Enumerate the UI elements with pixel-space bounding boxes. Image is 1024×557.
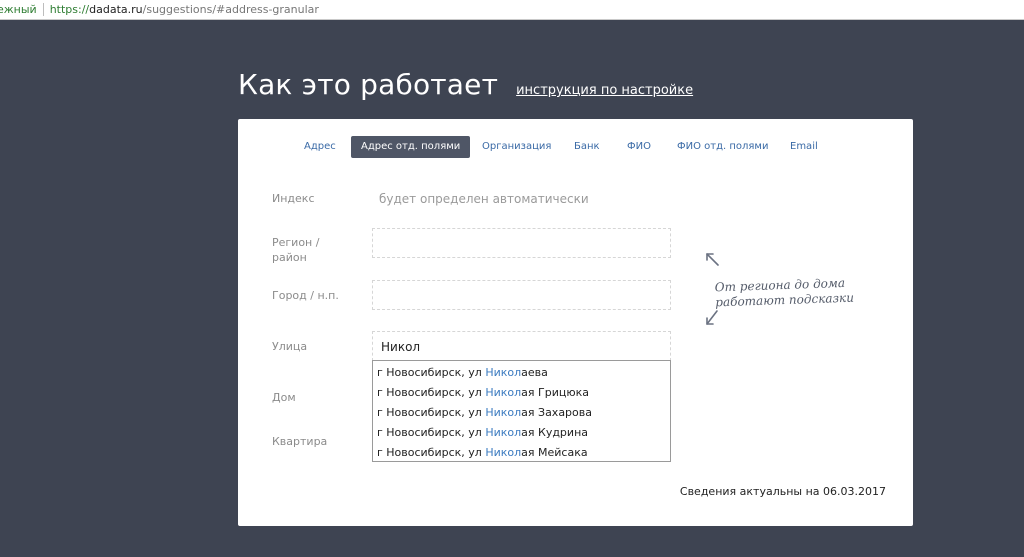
- data-updated-note: Сведения актуальны на 06.03.2017: [679, 485, 886, 498]
- suggestion-match: Никол: [485, 426, 522, 439]
- url-text[interactable]: https://dadata.ru/suggestions/#address-g…: [44, 3, 319, 16]
- tab-address[interactable]: Адрес: [304, 136, 336, 158]
- suggestion-match: Никол: [485, 386, 522, 399]
- suggestion-match: Никол: [485, 366, 522, 379]
- suggestion-suffix: ая Мейсака: [521, 446, 588, 459]
- suggestion-suffix: ая Кудрина: [521, 426, 588, 439]
- city-input[interactable]: [372, 280, 671, 310]
- house-label: Дом: [272, 391, 296, 404]
- setup-instructions-link[interactable]: инструкция по настройке: [516, 83, 693, 98]
- region-label-line2: район: [272, 251, 307, 264]
- tab-fio[interactable]: ФИО: [627, 136, 651, 158]
- secure-indicator[interactable]: ежный: [0, 3, 44, 16]
- index-auto-value: будет определен автоматически: [379, 192, 589, 206]
- region-label: Регион / район: [272, 235, 319, 265]
- arrow-up-icon: [706, 253, 719, 266]
- tab-fio-granular[interactable]: ФИО отд. полями: [677, 136, 768, 158]
- arrow-down-icon: [706, 310, 718, 325]
- street-input[interactable]: Никол: [372, 331, 671, 361]
- region-label-line1: Регион /: [272, 236, 320, 249]
- suggestions-dropdown: г Новосибирск, ул Николаева г Новосибирс…: [372, 360, 671, 462]
- tab-bank[interactable]: Банк: [574, 136, 600, 158]
- suggestion-prefix: г Новосибирск, ул: [377, 366, 486, 379]
- url-path: /suggestions/#address-granular: [142, 3, 319, 16]
- suggestion-item[interactable]: г Новосибирск, ул Николая Захарова: [373, 403, 670, 423]
- page-heading: Как это работает инструкция по настройке: [238, 68, 693, 101]
- tab-bar: Адрес Адрес отд. полями Организация Банк…: [238, 136, 913, 158]
- suggestion-match: Никол: [485, 406, 522, 419]
- flat-label: Квартира: [272, 435, 328, 448]
- tab-organization[interactable]: Организация: [482, 136, 551, 158]
- suggestion-prefix: г Новосибирск, ул: [377, 386, 486, 399]
- suggestion-item[interactable]: г Новосибирск, ул Николая Грицюка: [373, 383, 670, 403]
- demo-card: Адрес Адрес отд. полями Организация Банк…: [238, 119, 913, 526]
- url-scheme: https://: [49, 3, 90, 16]
- index-label: Индекс: [272, 192, 315, 205]
- suggestion-prefix: г Новосибирск, ул: [377, 446, 486, 459]
- suggestion-suffix: ая Грицюка: [521, 386, 589, 399]
- suggestion-item[interactable]: г Новосибирск, ул Николаева: [373, 363, 670, 383]
- tab-address-granular[interactable]: Адрес отд. полями: [351, 136, 471, 158]
- hint-note: От региона до дома работают подсказки: [715, 276, 855, 311]
- suggestion-prefix: г Новосибирск, ул: [377, 426, 486, 439]
- tab-email[interactable]: Email: [790, 136, 818, 158]
- street-label: Улица: [272, 340, 308, 353]
- suggestion-suffix: аева: [521, 366, 548, 379]
- suggestion-item[interactable]: г Новосибирск, ул Николая Кудрина: [373, 423, 670, 443]
- region-input[interactable]: [372, 228, 671, 258]
- page-title: Как это работает: [238, 68, 499, 101]
- suggestion-prefix: г Новосибирск, ул: [377, 406, 486, 419]
- suggestion-match: Никол: [485, 446, 522, 459]
- url-host: dadata.ru: [89, 3, 143, 16]
- browser-address-bar[interactable]: ежный https://dadata.ru/suggestions/#add…: [0, 0, 1024, 20]
- city-label: Город / н.п.: [272, 289, 339, 302]
- suggestion-suffix: ая Захарова: [521, 406, 592, 419]
- suggestion-item[interactable]: г Новосибирск, ул Николая Мейсака: [373, 443, 670, 463]
